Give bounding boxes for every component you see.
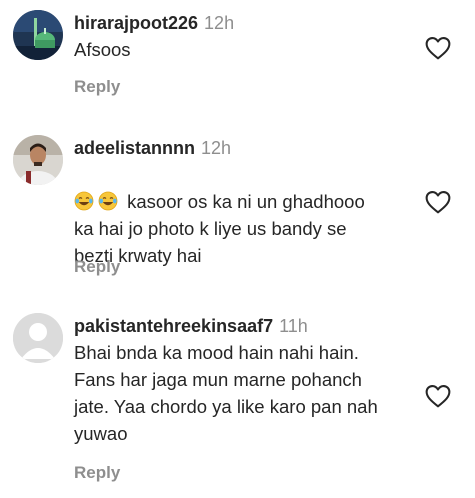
mosque-avatar-image (13, 10, 63, 60)
comment-username[interactable]: adeelistannnn (74, 138, 195, 158)
face-with-tears-of-joy-icon (74, 191, 94, 211)
comment-text: Bhai bnda ka mood hain nahi hain. Fans h… (74, 342, 378, 444)
comment-text: Afsoos (74, 39, 131, 60)
comment-body: adeelistannnn 12h kasoor os ka ni un gha… (74, 135, 414, 269)
heart-outline-icon[interactable] (425, 36, 451, 60)
comment-time: 12h (201, 138, 232, 158)
reply-button[interactable]: Reply (74, 257, 120, 277)
comment-list: hirarajpoot226 12h Afsoos Reply adeelista… (0, 0, 475, 498)
heart-outline-icon[interactable] (425, 190, 451, 214)
default-avatar-icon (13, 313, 63, 363)
comment-username[interactable]: hirarajpoot226 (74, 13, 198, 33)
comment-time: 11h (279, 316, 308, 336)
reply-button[interactable]: Reply (74, 77, 120, 97)
avatar[interactable] (13, 135, 63, 185)
avatar[interactable] (13, 10, 63, 60)
comment-header: adeelistannnn 12h (74, 135, 414, 161)
comment-body: pakistantehreekinsaaf7 11h Bhai bnda ka m… (74, 313, 414, 447)
comment-username[interactable]: pakistantehreekinsaaf7 (74, 316, 273, 336)
comment-time: 12h (204, 13, 235, 33)
comment-header: hirarajpoot226 12h (74, 10, 414, 36)
comment-body: hirarajpoot226 12h Afsoos (74, 10, 414, 63)
face-with-tears-of-joy-icon (98, 191, 118, 211)
comment-header: pakistantehreekinsaaf7 11h (74, 313, 414, 339)
reply-button[interactable]: Reply (74, 463, 120, 483)
comment-text: kasoor os ka ni un ghadhooo ka hai jo ph… (74, 161, 414, 269)
avatar[interactable] (13, 313, 63, 363)
heart-outline-icon[interactable] (425, 384, 451, 408)
man-avatar-image (13, 135, 63, 185)
